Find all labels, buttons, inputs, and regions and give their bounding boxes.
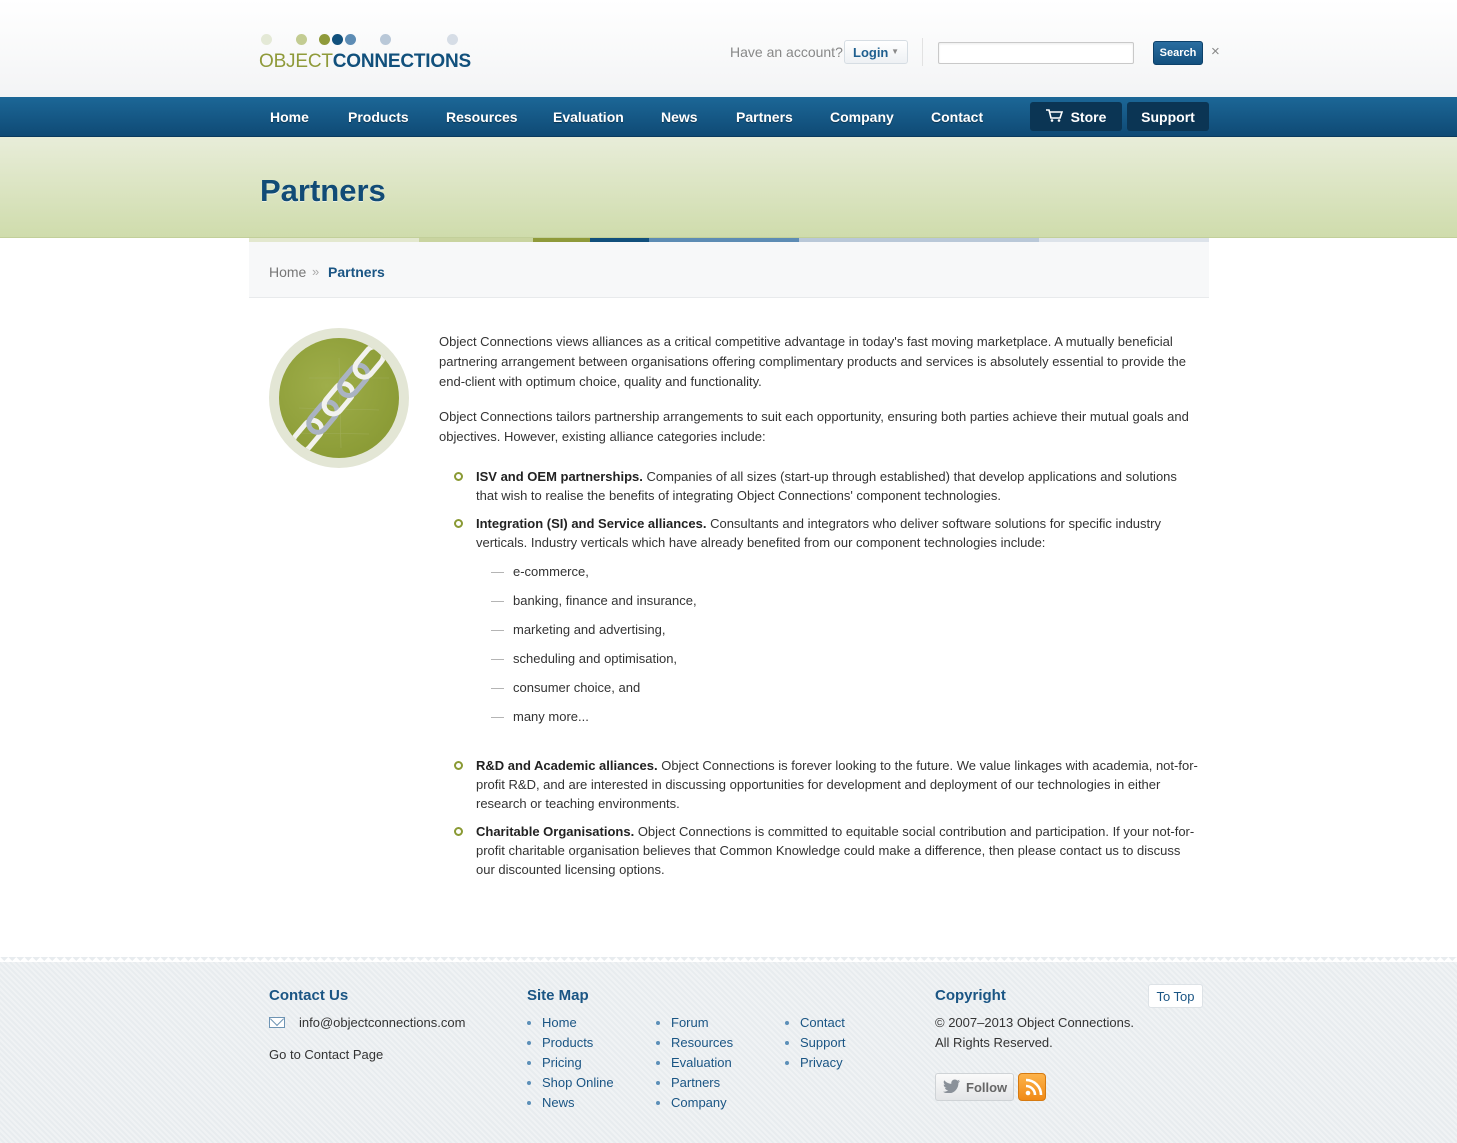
sitemap-link[interactable]: Privacy: [785, 1055, 846, 1075]
verticals-list: — e-commerce, — banking, finance and insur…: [491, 562, 1199, 736]
vertical-item: — scheduling and optimisation,: [491, 651, 678, 666]
breadcrumb-current: Partners: [328, 264, 385, 280]
sitemap-column-2: Forum Resources Evaluation Partners Comp…: [656, 1015, 733, 1115]
logo-wordmark: OBJECTCONNECTIONS: [259, 51, 471, 72]
page-title: Partners: [260, 173, 386, 208]
sitemap-link[interactable]: Shop Online: [527, 1075, 614, 1095]
vertical-item: — many more...: [491, 709, 589, 724]
nav-products[interactable]: Products: [348, 109, 409, 125]
sitemap-link[interactable]: Partners: [656, 1075, 733, 1095]
footer-contact-page-link[interactable]: Go to Contact Page: [269, 1047, 383, 1062]
support-button[interactable]: Support: [1127, 102, 1209, 131]
footer-contact-heading: Contact Us: [269, 987, 349, 1004]
header-divider: [922, 38, 923, 66]
bullet-icon: [454, 827, 463, 836]
sitemap-link[interactable]: Contact: [785, 1015, 846, 1035]
site-logo[interactable]: OBJECTCONNECTIONS: [259, 32, 471, 72]
main-nav: Home Products Resources Evaluation News …: [0, 97, 1457, 137]
sitemap-link[interactable]: Products: [527, 1035, 614, 1055]
footer-copyright-heading: Copyright: [935, 987, 1006, 1004]
chevron-down-icon: ▼: [891, 47, 899, 56]
category-item: ISV and OEM partnerships. Companies of a…: [454, 467, 1199, 505]
nav-resources[interactable]: Resources: [446, 109, 518, 125]
nav-news[interactable]: News: [661, 109, 698, 125]
bullet-icon: [454, 519, 463, 528]
account-prompt: Have an account?: [730, 44, 843, 60]
twitter-bird-icon: [943, 1079, 961, 1096]
footer-email-link[interactable]: info@objectconnections.com: [299, 1015, 465, 1030]
vertical-item: — consumer choice, and: [491, 680, 641, 695]
copyright-line-1: © 2007–2013 Object Connections.: [935, 1015, 1134, 1030]
vertical-item: — banking, finance and insurance,: [491, 593, 697, 608]
to-top-button[interactable]: To Top: [1148, 984, 1203, 1008]
bullet-icon: [454, 761, 463, 770]
sitemap-link[interactable]: Home: [527, 1015, 614, 1035]
intro-paragraph-2: Object Connections tailors partnership a…: [439, 409, 1189, 444]
logo-dots: [259, 32, 469, 46]
twitter-follow-button[interactable]: Follow: [935, 1073, 1014, 1101]
category-item: Charitable Organisations. Object Connect…: [454, 822, 1199, 879]
main-content: Object Connections views alliances as a …: [439, 332, 1199, 888]
sitemap-column-1: Home Products Pricing Shop Online News: [527, 1015, 614, 1115]
search-button[interactable]: Search: [1153, 41, 1203, 65]
page-banner: Partners: [0, 137, 1457, 238]
chain-link-icon: [279, 338, 399, 458]
sitemap-link[interactable]: Resources: [656, 1035, 733, 1055]
store-button[interactable]: Store: [1030, 102, 1122, 131]
sitemap-link[interactable]: Evaluation: [656, 1055, 733, 1075]
vertical-item: — marketing and advertising,: [491, 622, 666, 637]
cart-icon: [1045, 109, 1063, 125]
nav-company[interactable]: Company: [830, 109, 894, 125]
nav-home[interactable]: Home: [270, 109, 309, 125]
search-input[interactable]: [938, 42, 1134, 64]
mail-icon: [269, 1017, 285, 1028]
sitemap-column-3: Contact Support Privacy: [785, 1015, 846, 1075]
sitemap-link[interactable]: Support: [785, 1035, 846, 1055]
copyright-line-2: All Rights Reserved.: [935, 1035, 1053, 1050]
footer-sitemap-heading: Site Map: [527, 987, 589, 1004]
site-header: OBJECTCONNECTIONS Have an account? Login…: [0, 0, 1457, 97]
rss-icon[interactable]: [1018, 1073, 1046, 1101]
alliance-categories: ISV and OEM partnerships. Companies of a…: [454, 467, 1199, 879]
store-label: Store: [1070, 109, 1107, 125]
intro-paragraph-1: Object Connections views alliances as a …: [439, 334, 1186, 389]
nav-contact[interactable]: Contact: [931, 109, 983, 125]
sitemap-link[interactable]: Pricing: [527, 1055, 614, 1075]
vertical-item: — e-commerce,: [491, 564, 589, 579]
nav-partners[interactable]: Partners: [736, 109, 793, 125]
login-label: Login: [853, 45, 889, 60]
breadcrumb: Home » Partners: [249, 242, 1209, 298]
nav-evaluation[interactable]: Evaluation: [553, 109, 624, 125]
partners-illustration: [269, 328, 409, 468]
sitemap-link[interactable]: News: [527, 1095, 614, 1115]
category-item: Integration (SI) and Service alliances. …: [454, 514, 1199, 736]
bullet-icon: [454, 472, 463, 481]
sitemap-link[interactable]: Company: [656, 1095, 733, 1115]
login-button[interactable]: Login ▼: [844, 40, 908, 64]
breadcrumb-home[interactable]: Home: [269, 264, 306, 280]
close-icon[interactable]: ×: [1211, 43, 1220, 60]
sitemap-link[interactable]: Forum: [656, 1015, 733, 1035]
category-item: R&D and Academic alliances. Object Conne…: [454, 756, 1199, 813]
follow-label: Follow: [966, 1080, 1008, 1095]
breadcrumb-separator: »: [312, 264, 320, 279]
